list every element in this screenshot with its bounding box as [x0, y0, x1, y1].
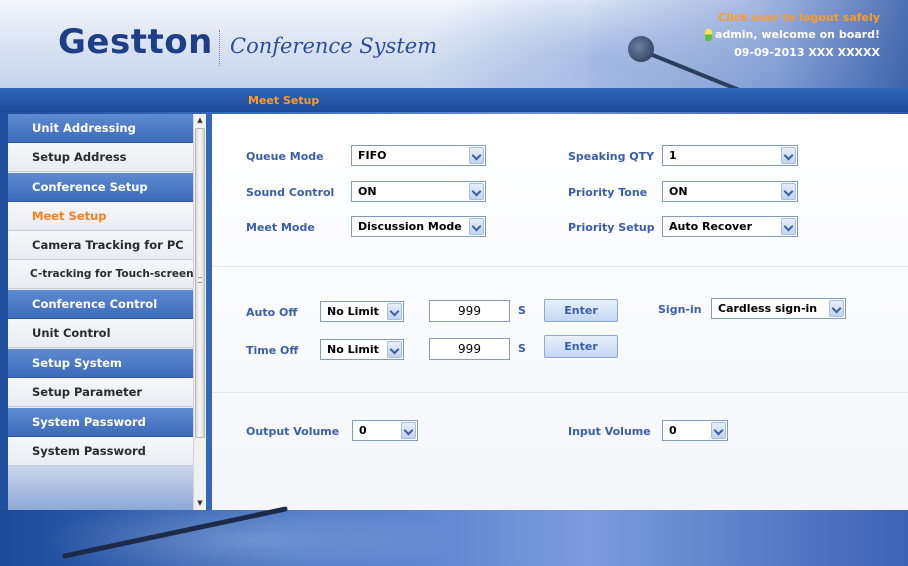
sound-control-label: Sound Control — [246, 186, 335, 199]
auto-off-unit: S — [518, 304, 526, 317]
datetime-display: 09-09-2013 XXX XXXXX — [734, 46, 880, 59]
chevron-down-icon[interactable] — [711, 422, 726, 439]
output-volume-value: 0 — [359, 424, 367, 437]
time-off-unit: S — [518, 342, 526, 355]
chevron-down-icon[interactable] — [401, 422, 416, 439]
priority-tone-select[interactable]: ON — [662, 181, 798, 202]
sign-in-value: Cardless sign-in — [718, 302, 818, 315]
sidebar: Unit Addressing Setup Address Conference… — [8, 114, 201, 510]
time-off-select[interactable]: No Limit — [320, 339, 404, 360]
chevron-down-icon[interactable] — [781, 183, 796, 200]
input-volume-select[interactable]: 0 — [662, 420, 728, 441]
microphone-graphic — [61, 506, 289, 559]
meet-setup-panel: Queue Mode FIFO Speaking QTY 1 Sound Con… — [212, 114, 908, 510]
sidebar-group-system-password[interactable]: System Password — [8, 408, 201, 437]
queue-mode-select[interactable]: FIFO — [351, 145, 486, 166]
speaking-qty-label: Speaking QTY — [568, 150, 655, 163]
scrollbar-grip-icon — [198, 277, 202, 283]
chevron-down-icon[interactable] — [469, 218, 484, 235]
auto-off-label: Auto Off — [246, 306, 298, 319]
priority-setup-select[interactable]: Auto Recover — [662, 216, 798, 237]
scrollbar-thumb[interactable] — [195, 128, 205, 438]
sidebar-group-setup-system[interactable]: Setup System — [8, 349, 201, 378]
welcome-text: admin, welcome on board! — [715, 28, 880, 41]
sidebar-item-unit-control[interactable]: Unit Control — [8, 319, 201, 348]
sidebar-footer-decoration — [8, 466, 201, 510]
sign-in-label: Sign-in — [658, 303, 702, 316]
time-off-input[interactable]: 999 — [429, 338, 510, 360]
time-off-select-value: No Limit — [327, 343, 379, 356]
auto-off-select[interactable]: No Limit — [320, 301, 404, 322]
sidebar-scrollbar[interactable]: ▲ ▼ — [193, 114, 206, 510]
queue-mode-value: FIFO — [358, 149, 387, 162]
priority-setup-label: Priority Setup — [568, 221, 655, 234]
microphone-head-graphic — [628, 36, 654, 62]
sidebar-item-meet-setup[interactable]: Meet Setup — [8, 202, 201, 231]
sidebar-group-conference-control[interactable]: Conference Control — [8, 290, 201, 319]
sidebar-item-camera-tracking-pc[interactable]: Camera Tracking for PC — [8, 231, 201, 260]
output-volume-select[interactable]: 0 — [352, 420, 418, 441]
sound-control-select[interactable]: ON — [351, 181, 486, 202]
sign-in-select[interactable]: Cardless sign-in — [711, 298, 846, 319]
logo: Gestton — [58, 22, 213, 62]
scroll-up-arrow-icon[interactable]: ▲ — [194, 114, 206, 127]
welcome-message: admin, welcome on board! — [705, 28, 880, 41]
meet-mode-value: Discussion Mode — [358, 220, 462, 233]
chevron-down-icon[interactable] — [469, 147, 484, 164]
auto-off-input[interactable]: 999 — [429, 300, 510, 322]
chevron-down-icon[interactable] — [387, 341, 402, 358]
auto-off-enter-button[interactable]: Enter — [544, 299, 618, 322]
auto-off-select-value: No Limit — [327, 305, 379, 318]
page-title: Meet Setup — [248, 94, 320, 107]
sound-control-value: ON — [358, 185, 377, 198]
sidebar-item-system-password[interactable]: System Password — [8, 437, 201, 466]
time-off-enter-button[interactable]: Enter — [544, 335, 618, 358]
user-icon[interactable] — [705, 28, 713, 41]
chevron-down-icon[interactable] — [781, 218, 796, 235]
sidebar-item-c-tracking-touch-screen[interactable]: C-tracking for Touch-screen — [8, 260, 201, 289]
logout-link[interactable]: Click user to logout safely — [718, 11, 880, 24]
app-subtitle: Conference System — [230, 34, 438, 58]
speaking-qty-select[interactable]: 1 — [662, 145, 798, 166]
chevron-down-icon[interactable] — [387, 303, 402, 320]
sidebar-group-unit-addressing[interactable]: Unit Addressing — [8, 114, 201, 143]
priority-tone-label: Priority Tone — [568, 186, 648, 199]
speaking-qty-value: 1 — [669, 149, 677, 162]
chevron-down-icon[interactable] — [829, 300, 844, 317]
scroll-down-arrow-icon[interactable]: ▼ — [194, 497, 206, 510]
input-volume-label: Input Volume — [568, 425, 651, 438]
sidebar-item-setup-address[interactable]: Setup Address — [8, 143, 201, 172]
sidebar-item-setup-parameter[interactable]: Setup Parameter — [8, 378, 201, 407]
priority-tone-value: ON — [669, 185, 688, 198]
logo-divider — [219, 30, 220, 66]
queue-mode-label: Queue Mode — [246, 150, 324, 163]
meet-mode-select[interactable]: Discussion Mode — [351, 216, 486, 237]
section-divider — [212, 266, 908, 267]
header: Gestton Conference System Click user to … — [0, 0, 908, 88]
input-volume-value: 0 — [669, 424, 677, 437]
sidebar-group-conference-setup[interactable]: Conference Setup — [8, 173, 201, 202]
chevron-down-icon[interactable] — [469, 183, 484, 200]
section-divider — [212, 392, 908, 393]
output-volume-label: Output Volume — [246, 425, 340, 438]
time-off-label: Time Off — [246, 344, 299, 357]
footer-banner — [0, 506, 908, 566]
title-bar: Meet Setup — [0, 88, 908, 112]
priority-setup-value: Auto Recover — [669, 220, 753, 233]
meet-mode-label: Meet Mode — [246, 221, 315, 234]
chevron-down-icon[interactable] — [781, 147, 796, 164]
